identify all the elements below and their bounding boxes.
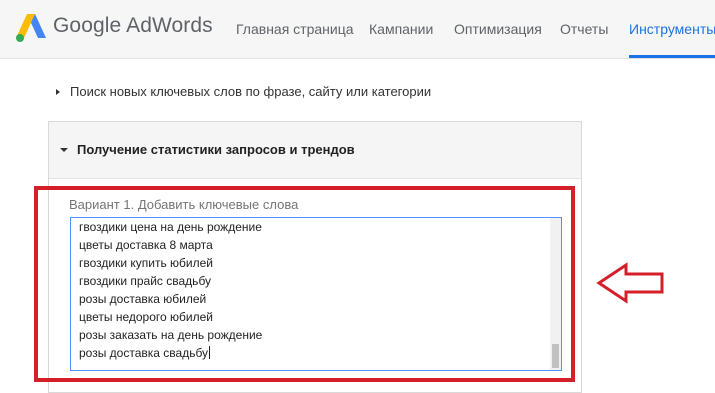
left-arrow-icon <box>596 262 664 304</box>
stats-trends-title-text: Получение статистики запросов и трендов <box>77 142 355 157</box>
nav-optimization[interactable]: Оптимизация <box>454 21 542 37</box>
top-header: Google AdWords Главная страница Кампании… <box>0 0 715 59</box>
section-search-new-keywords[interactable]: Поиск новых ключевых слов по фразе, сайт… <box>56 84 431 99</box>
expand-triangle-icon <box>56 88 60 95</box>
nav-tools[interactable]: Инструменты <box>629 21 715 37</box>
active-tab-indicator <box>629 55 715 58</box>
brand-name[interactable]: Google AdWords <box>53 14 213 38</box>
nav-reports[interactable]: Отчеты <box>560 21 608 37</box>
nav-home[interactable]: Главная страница <box>236 21 354 37</box>
section-search-new-keywords-label: Поиск новых ключевых слов по фразе, сайт… <box>70 84 432 99</box>
collapse-triangle-icon <box>60 147 68 152</box>
highlight-frame <box>34 186 575 382</box>
stats-trends-header[interactable]: Получение статистики запросов и трендов <box>49 122 581 179</box>
adwords-logo-icon[interactable] <box>14 10 48 44</box>
nav-campaigns[interactable]: Кампании <box>369 21 433 37</box>
stats-trends-title: Получение статистики запросов и трендов <box>60 142 355 157</box>
